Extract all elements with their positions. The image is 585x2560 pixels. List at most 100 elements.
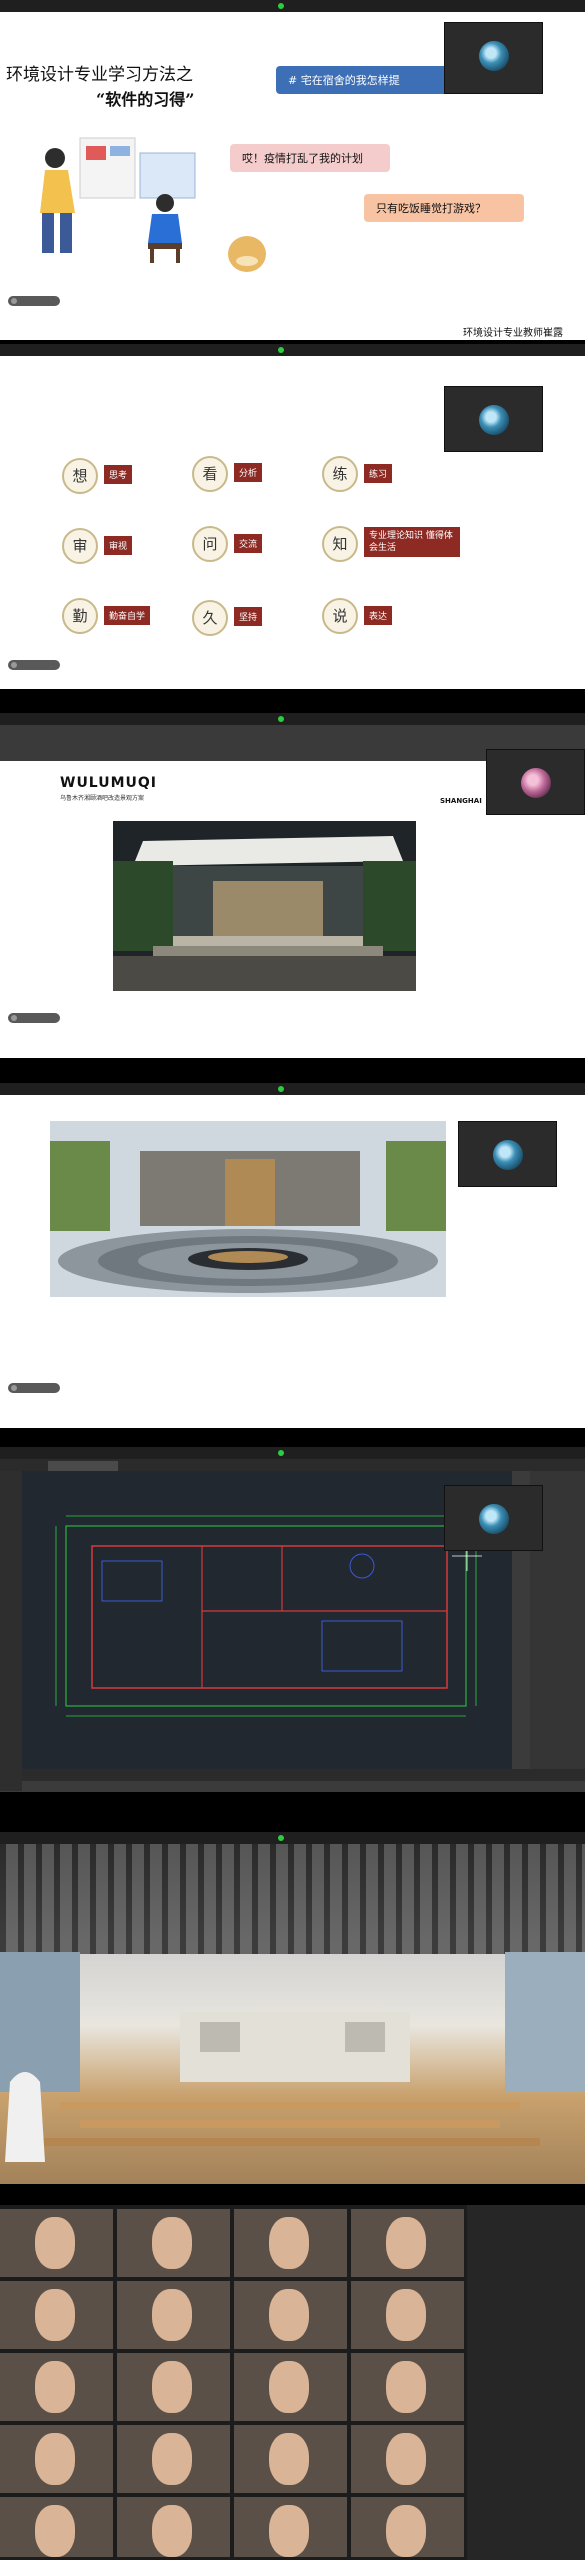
cad-file-tab[interactable] — [48, 1461, 118, 1471]
avatar — [386, 2361, 426, 2413]
participant-side-column[interactable] — [467, 2205, 585, 2560]
self-view-tag[interactable] — [8, 660, 60, 670]
cad-software-panel — [0, 1447, 585, 1792]
method-label-xiang: 思考 — [104, 465, 133, 484]
avatar — [478, 41, 509, 71]
method-char-lian: 练 — [322, 456, 358, 492]
cad-toolbox[interactable] — [0, 1471, 22, 1791]
student-tile[interactable] — [351, 2353, 464, 2421]
student-tile[interactable] — [0, 2497, 113, 2557]
avatar — [152, 2433, 192, 2485]
avatar — [152, 2289, 192, 2341]
method-char-jiu: 久 — [192, 600, 228, 636]
student-tile[interactable] — [351, 2497, 464, 2557]
student-tile[interactable] — [351, 2425, 464, 2493]
avatar — [35, 2217, 75, 2269]
avatar — [35, 2505, 75, 2557]
video-thumbnail[interactable] — [444, 386, 543, 452]
avatar — [492, 1140, 523, 1170]
self-view-tag[interactable] — [8, 1383, 60, 1393]
method-label-qin: 勤奋自学 — [104, 606, 151, 625]
meeting-top-bar — [0, 713, 585, 725]
avatar — [152, 2217, 192, 2269]
avatar — [269, 2505, 309, 2557]
avatar — [35, 2361, 75, 2413]
method-char-zhi: 知 — [322, 526, 358, 562]
student-tile[interactable] — [234, 2497, 347, 2557]
student-tile[interactable] — [0, 2209, 113, 2277]
student-tile[interactable] — [117, 2281, 230, 2349]
method-label-kan: 分析 — [234, 463, 263, 482]
avatar — [152, 2505, 192, 2557]
classroom-rendering-panel — [0, 1832, 585, 2184]
avatar — [269, 2289, 309, 2341]
recording-icon — [278, 1835, 284, 1841]
student-tile[interactable] — [0, 2425, 113, 2493]
meeting-top-bar — [0, 1083, 585, 1095]
recording-icon — [278, 716, 284, 722]
video-thumbnail[interactable] — [444, 22, 543, 94]
avatar — [35, 2433, 75, 2485]
avatar — [152, 2361, 192, 2413]
student-tile[interactable] — [234, 2425, 347, 2493]
method-label-zhi: 专业理论知识 懂得体会生活 — [364, 527, 460, 557]
avatar — [386, 2505, 426, 2557]
student-tile[interactable] — [117, 2353, 230, 2421]
video-thumbnail[interactable] — [458, 1121, 557, 1187]
entrance-rendering — [113, 821, 416, 991]
recording-icon — [278, 1450, 284, 1456]
speech-bubble-orange: 只有吃饭睡觉打游戏？ — [364, 194, 524, 222]
students-illustration — [40, 137, 196, 263]
student-tile[interactable] — [351, 2281, 464, 2349]
meeting-top-bar — [0, 1447, 585, 1459]
student-tile[interactable] — [0, 2353, 113, 2421]
ceiling-grid — [0, 1844, 585, 1954]
avatar — [478, 405, 509, 435]
method-label-shen: 审视 — [104, 536, 133, 555]
slide-4-panel — [0, 1083, 585, 1428]
student-tile[interactable] — [117, 2497, 230, 2557]
self-view-tag[interactable] — [8, 1013, 60, 1023]
self-view-tag[interactable] — [8, 296, 60, 306]
cad-floor-plan — [55, 1515, 482, 1717]
slide-side-text: SHANGHAI — [440, 797, 482, 805]
student-tile[interactable] — [234, 2281, 347, 2349]
student-tile[interactable] — [117, 2209, 230, 2277]
avatar — [386, 2289, 426, 2341]
meeting-top-bar — [0, 1832, 585, 1844]
video-thumbnail[interactable] — [486, 749, 585, 815]
student-tile[interactable] — [234, 2209, 347, 2277]
avatar — [520, 768, 551, 798]
pavilion-rendering — [50, 1121, 446, 1297]
avatar — [386, 2433, 426, 2485]
slide-3-panel: WULUMUQI 乌鲁木齐湘颐酒吧改造景观方案 SHANGHAI — [0, 713, 585, 1058]
speech-bubble-pink: 哎！疫情打乱了我的计划 — [230, 144, 390, 172]
recording-icon — [278, 3, 284, 9]
recording-icon — [278, 347, 284, 353]
student-tile[interactable] — [351, 2209, 464, 2277]
classroom-interior — [0, 1952, 585, 2162]
student-tile[interactable] — [117, 2425, 230, 2493]
slide-1-panel: 环境设计专业学习方法之 “软件的习得” # 宅在宿舍的我怎样提 哎！疫情打乱了我… — [0, 0, 585, 340]
slide-subtitle: “软件的习得” — [96, 90, 195, 109]
student-tile[interactable] — [0, 2281, 113, 2349]
meeting-top-bar — [0, 0, 585, 12]
avatar — [269, 2217, 309, 2269]
avatar — [269, 2433, 309, 2485]
method-label-wen: 交流 — [234, 534, 263, 553]
meeting-top-bar — [0, 344, 585, 356]
teacher-name: 环境设计专业教师崔露 — [463, 328, 563, 339]
video-thumbnail[interactable] — [444, 1485, 543, 1551]
avatar — [269, 2361, 309, 2413]
student-video-grid — [0, 2205, 585, 2560]
method-char-xiang: 想 — [62, 458, 98, 494]
slide-title: 环境设计专业学习方法之 — [6, 65, 193, 85]
slide-subheading: 乌鲁木齐湘颐酒吧改造景观方案 — [60, 795, 145, 802]
slide-2-panel: 想 思考 看 分析 练 练习 审 审视 问 交流 知 专业理论知识 懂得体会生活… — [0, 344, 585, 689]
student-tile[interactable] — [234, 2353, 347, 2421]
cad-drawing-canvas[interactable] — [22, 1471, 512, 1771]
avatar — [386, 2217, 426, 2269]
cad-status-bar[interactable] — [22, 1769, 585, 1781]
slide-heading: WULUMUQI — [60, 775, 158, 791]
method-char-qin: 勤 — [62, 598, 98, 634]
